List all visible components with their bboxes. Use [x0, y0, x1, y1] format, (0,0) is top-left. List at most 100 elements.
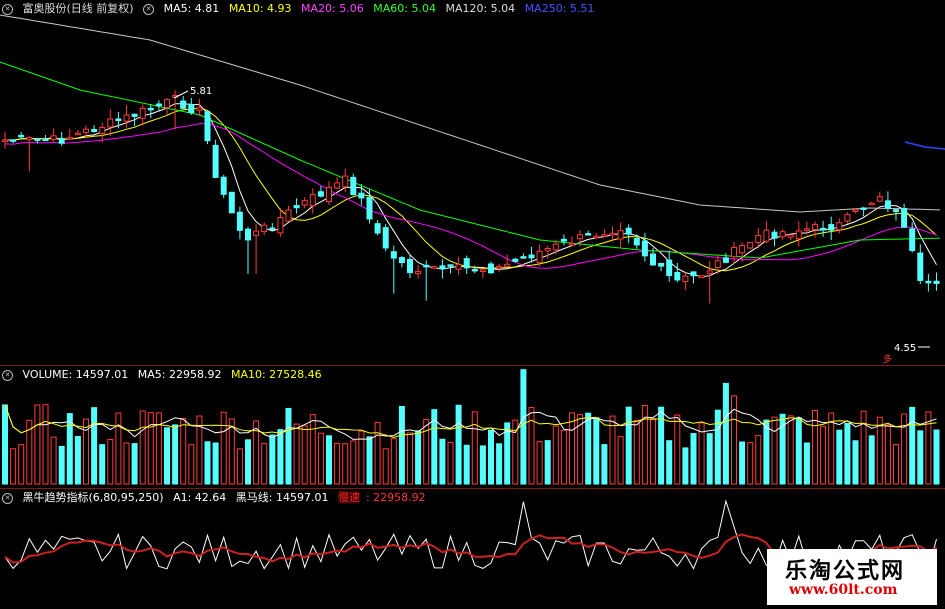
candlestick-chart[interactable]	[0, 0, 945, 365]
candle-body	[10, 139, 17, 142]
volume-bar	[382, 448, 389, 485]
candle-body	[820, 227, 827, 231]
volume-bar	[180, 418, 187, 485]
candle-body	[504, 263, 511, 268]
candle-body	[407, 258, 413, 274]
volume-bar	[690, 433, 697, 485]
volume-bar	[447, 441, 454, 485]
volume-ma10-label: MA10: 27528.46	[230, 368, 322, 381]
candle-body	[585, 233, 592, 236]
candle-body	[447, 264, 454, 267]
volume-bar	[471, 411, 478, 485]
candle-body	[164, 99, 170, 109]
volume-bar	[107, 438, 114, 485]
price-pane[interactable]: ✕ 富奥股份(日线 前复权) ✕ MA5: 4.81 MA10: 4.93 MA…	[0, 0, 945, 365]
ma250-label: MA250: 5.51	[524, 2, 595, 15]
volume-bar	[496, 443, 503, 485]
volume-bar	[317, 432, 324, 485]
volume-bar	[625, 406, 632, 485]
candle-body	[99, 127, 106, 134]
candle-body	[423, 264, 430, 268]
candle-body	[650, 253, 656, 266]
volume-bar	[593, 417, 600, 485]
volume-bar	[682, 447, 689, 485]
ma120-label: MA120: 5.04	[445, 2, 516, 15]
volume-bar	[366, 436, 373, 485]
candle-body	[285, 209, 292, 222]
volume-bar	[601, 444, 608, 485]
watermark-title: 乐淘公式网	[785, 559, 906, 584]
settings-icon[interactable]: ✕	[143, 3, 155, 15]
candle-body	[739, 245, 746, 254]
candle-body	[609, 232, 616, 236]
candle-body	[34, 138, 41, 141]
candle-body	[58, 137, 65, 144]
candle-body	[317, 191, 324, 197]
candle-body	[917, 252, 924, 281]
candle-body	[633, 237, 640, 246]
candle-body	[50, 135, 57, 140]
collapse-icon[interactable]: ✕	[2, 492, 13, 504]
volume-bar	[479, 445, 486, 485]
candle-body	[131, 113, 138, 117]
volume-bar	[528, 407, 535, 485]
candle-body	[560, 238, 567, 242]
volume-bar	[909, 406, 916, 485]
volume-bar	[415, 430, 422, 485]
ma20-label: MA20: 5.06	[301, 2, 364, 15]
volume-bar	[714, 409, 721, 485]
candle-body	[220, 176, 227, 195]
candle-body	[342, 175, 349, 188]
stock-title: 富奥股份(日线 前复权)	[22, 2, 134, 15]
ma60-label: MA60: 5.04	[373, 2, 436, 15]
candle-body	[755, 235, 762, 243]
volume-bar	[212, 442, 219, 485]
volume-bar	[706, 433, 713, 485]
candle-body	[123, 114, 130, 122]
volume-bar	[42, 404, 49, 485]
ma10-label: MA10: 4.93	[228, 2, 292, 15]
candle-body	[74, 132, 81, 136]
volume-bar	[58, 445, 65, 485]
volume-bar	[188, 444, 195, 485]
candle-body	[617, 230, 624, 240]
candle-body	[747, 241, 754, 249]
volume-chart[interactable]	[0, 366, 945, 488]
volume-bar	[844, 423, 851, 485]
candle-body	[706, 270, 713, 274]
volume-bar	[455, 404, 462, 485]
candle-body	[91, 129, 98, 132]
candle-body	[26, 136, 33, 141]
candle-body	[253, 230, 260, 236]
candle-body	[771, 231, 778, 239]
collapse-icon[interactable]: ✕	[2, 369, 13, 381]
collapse-icon[interactable]: ✕	[2, 3, 13, 15]
candle-body	[196, 107, 203, 111]
volume-bar	[398, 405, 405, 485]
volume-bar	[228, 418, 235, 485]
volume-bar	[917, 430, 924, 485]
volume-bar	[463, 444, 470, 485]
volume-bar	[34, 404, 41, 485]
price-header: ✕ 富奥股份(日线 前复权) ✕ MA5: 4.81 MA10: 4.93 MA…	[2, 2, 600, 15]
candle-body	[431, 266, 438, 269]
signal-flag: 多	[883, 355, 893, 365]
volume-bar	[423, 418, 430, 485]
candle-body	[852, 209, 859, 212]
candle-body	[350, 176, 357, 196]
volume-bar	[820, 425, 827, 485]
candle-body	[698, 275, 705, 279]
slow-value: : 22958.92	[365, 491, 426, 504]
candle-body	[66, 137, 73, 140]
volume-bar	[674, 414, 681, 485]
volume-pane[interactable]: ✕ VOLUME: 14597.01 MA5: 22958.92 MA10: 2…	[0, 366, 945, 488]
volume-bar	[836, 429, 843, 485]
volume-bar	[147, 412, 154, 485]
volume-bar	[828, 412, 835, 485]
volume-bar	[172, 424, 179, 485]
candle-body	[301, 200, 308, 206]
volume-bar	[269, 434, 276, 485]
volume-bar	[812, 409, 818, 485]
candle-body	[463, 258, 470, 269]
candle-body	[107, 118, 114, 128]
